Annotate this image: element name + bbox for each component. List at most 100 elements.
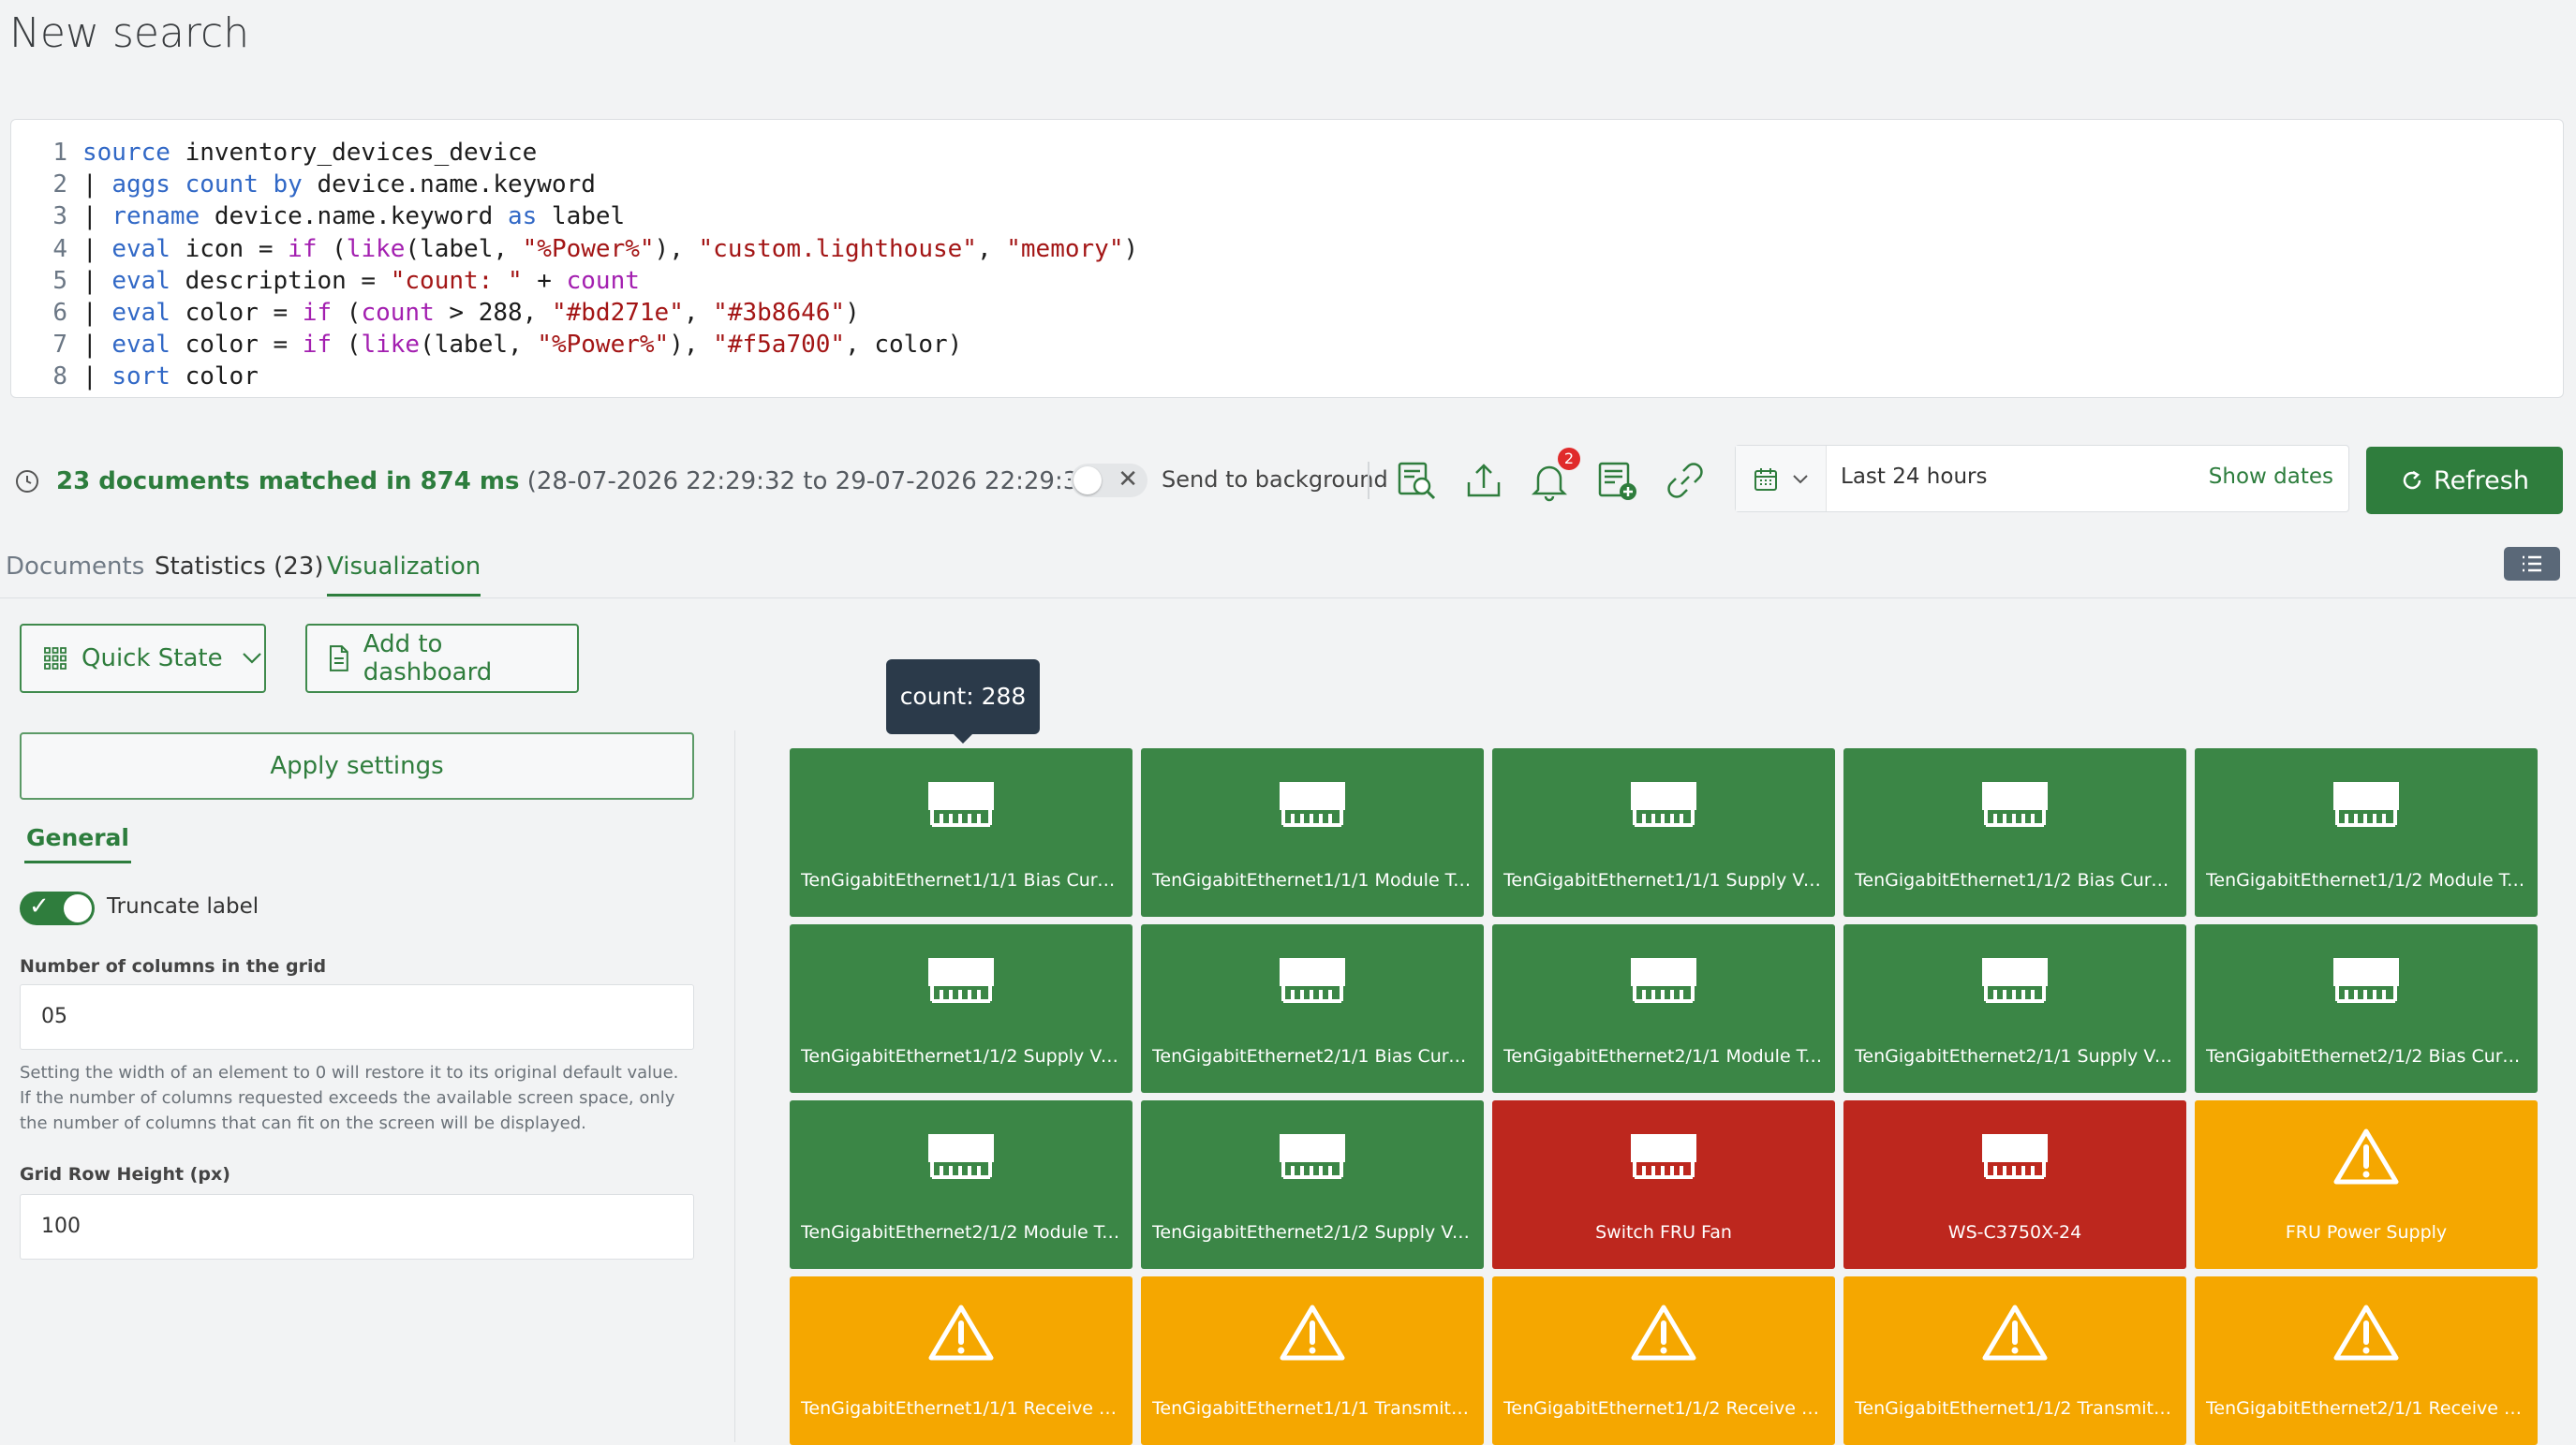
code-token: , color) [845, 331, 963, 360]
code-token: ), [654, 234, 699, 263]
quick-state-tile[interactable]: TenGigabitEthernet1/1/2 Bias Current... [1843, 748, 2186, 917]
quick-state-tile[interactable]: TenGigabitEthernet1/1/1 Transmit Po... [1141, 1276, 1484, 1445]
code-line: 3 | rename device.name.keyword as label [11, 200, 625, 232]
code-token: device.name.keyword [200, 202, 508, 231]
calendar-button[interactable] [1736, 446, 1827, 511]
memory-icon [1280, 776, 1345, 833]
columns-input[interactable]: 05 [20, 984, 694, 1050]
code-token: eval [111, 234, 170, 263]
row-height-label: Grid Row Height (px) [20, 1164, 230, 1185]
tab-statistics[interactable]: Statistics (23) [155, 553, 324, 581]
memory-icon [2333, 952, 2399, 1009]
quick-state-tile[interactable]: TenGigabitEthernet2/1/2 Supply Volt... [1141, 1100, 1484, 1269]
row-height-input[interactable]: 100 [20, 1194, 694, 1260]
code-token: as [507, 202, 538, 231]
link-icon[interactable] [1663, 458, 1708, 503]
warning-icon [2333, 1128, 2399, 1185]
quick-state-tile[interactable]: TenGigabitEthernet1/1/2 Transmit Po... [1843, 1276, 2186, 1445]
code-token: description = [170, 266, 391, 295]
line-number: 5 [52, 266, 67, 295]
quick-state-tile[interactable]: TenGigabitEthernet2/1/1 Module Tem... [1492, 924, 1835, 1093]
code-token: | [82, 266, 112, 295]
code-line: 4 | eval icon = if (like(label, "%Power%"… [11, 233, 1138, 265]
quick-state-tile[interactable]: TenGigabitEthernet1/1/1 Receive Po... [790, 1276, 1133, 1445]
truncate-label-text: Truncate label [107, 894, 259, 919]
quick-state-tile[interactable]: TenGigabitEthernet1/1/2 Supply Volt... [790, 924, 1133, 1093]
code-token: inventory_devices_device [170, 139, 538, 167]
match-range: (28-07-2026 22:29:32 to 29-07-2026 22:29… [519, 467, 1103, 495]
tab-general[interactable]: General [24, 824, 131, 863]
tile-label: Switch FRU Fan [1595, 1222, 1732, 1243]
quick-state-tile[interactable]: TenGigabitEthernet1/1/2 Module Tem... [2195, 748, 2538, 917]
code-line: 6 | eval color = if (count > 288, "#bd271… [11, 297, 859, 329]
columns-label: Number of columns in the grid [20, 956, 327, 977]
tile-label: TenGigabitEthernet1/1/2 Supply Volt... [801, 1046, 1121, 1067]
clock-icon [16, 470, 38, 493]
quick-state-tile[interactable]: TenGigabitEthernet1/1/2 Receive Po... [1492, 1276, 1835, 1445]
quick-state-tile[interactable]: FRU Power Supply [2195, 1100, 2538, 1269]
visualization-type-select[interactable]: Quick State [20, 624, 266, 693]
query-editor[interactable]: 1 source inventory_devices_device 2 | aggs … [10, 119, 2564, 398]
quick-state-tile[interactable]: TenGigabitEthernet1/1/1 Supply Volt... [1492, 748, 1835, 917]
calendar-icon [1754, 468, 1777, 491]
export-icon[interactable] [1461, 458, 1506, 503]
quick-state-tile[interactable]: WS-C3750X-24 [1843, 1100, 2186, 1269]
code-token: (label, [420, 331, 538, 360]
apply-settings-button[interactable]: Apply settings [20, 732, 694, 800]
x-icon: ✕ [1118, 465, 1138, 494]
list-view-button[interactable] [2504, 547, 2560, 581]
code-token: | [82, 362, 112, 391]
tile-label: FRU Power Supply [2285, 1222, 2448, 1243]
code-token: ( [317, 234, 347, 263]
memory-icon [1280, 952, 1345, 1009]
inspect-icon[interactable] [1394, 458, 1439, 503]
time-range-picker[interactable]: Last 24 hours Show dates [1735, 445, 2349, 512]
code-token: color = [170, 331, 303, 360]
search-status-bar: 23 documents matched in 874 ms (28-07-20… [0, 445, 2576, 520]
warning-icon [1982, 1305, 2048, 1361]
toggle-knob [64, 894, 92, 922]
show-dates-link[interactable]: Show dates [2209, 464, 2333, 489]
code-token: | [82, 331, 112, 360]
quick-state-tile[interactable]: TenGigabitEthernet2/1/2 Module Tem... [790, 1100, 1133, 1269]
code-token: | [82, 299, 112, 327]
quick-state-tile[interactable]: TenGigabitEthernet1/1/1 Module Tem... [1141, 748, 1484, 917]
code-token: if [302, 331, 333, 360]
quick-state-tile[interactable]: TenGigabitEthernet2/1/1 Supply Volt... [1843, 924, 2186, 1093]
tile-label: TenGigabitEthernet2/1/2 Supply Volt... [1152, 1222, 1473, 1243]
tile-label: TenGigabitEthernet1/1/2 Bias Current... [1855, 870, 2175, 891]
quick-state-tile[interactable]: TenGigabitEthernet2/1/1 Bias Current... [1141, 924, 1484, 1093]
line-number: 7 [52, 331, 67, 360]
code-token: | [82, 234, 112, 263]
code-token: device.name.keyword [302, 170, 596, 199]
line-number: 2 [52, 170, 67, 199]
tile-label: TenGigabitEthernet2/1/2 Module Tem... [801, 1222, 1121, 1243]
code-token: "#f5a700" [713, 331, 846, 360]
quick-state-tile[interactable]: Switch FRU Fan [1492, 1100, 1835, 1269]
quick-state-tile[interactable]: TenGigabitEthernet2/1/2 Bias Current... [2195, 924, 2538, 1093]
add-report-icon[interactable] [1594, 458, 1639, 503]
tab-visualization[interactable]: Visualization [327, 553, 481, 597]
code-token: , [683, 299, 714, 327]
refresh-button[interactable]: Refresh [2366, 447, 2563, 514]
memory-icon [928, 952, 994, 1009]
code-token: color [170, 362, 259, 391]
apply-settings-label: Apply settings [270, 752, 444, 780]
columns-help-text: Setting the width of an element to 0 wil… [20, 1063, 679, 1133]
send-to-background-label: Send to background [1162, 466, 1388, 493]
tab-documents[interactable]: Documents [6, 553, 144, 581]
code-token: | [82, 202, 112, 231]
code-token: "count: " [390, 266, 523, 295]
memory-icon [1631, 1128, 1696, 1185]
list-icon [2523, 555, 2541, 572]
add-to-dashboard-button[interactable]: Add to dashboard [305, 624, 579, 693]
tile-tooltip: count: 288 [886, 659, 1040, 744]
memory-icon [1982, 1128, 2048, 1185]
memory-icon [928, 1128, 994, 1185]
quick-state-tile[interactable]: TenGigabitEthernet1/1/1 Bias Current... [790, 748, 1133, 917]
quick-state-tile[interactable]: TenGigabitEthernet2/1/1 Receive Po... [2195, 1276, 2538, 1445]
send-to-background-toggle[interactable]: ✕ [1071, 464, 1147, 497]
truncate-label-toggle[interactable]: ✓ [20, 892, 95, 925]
